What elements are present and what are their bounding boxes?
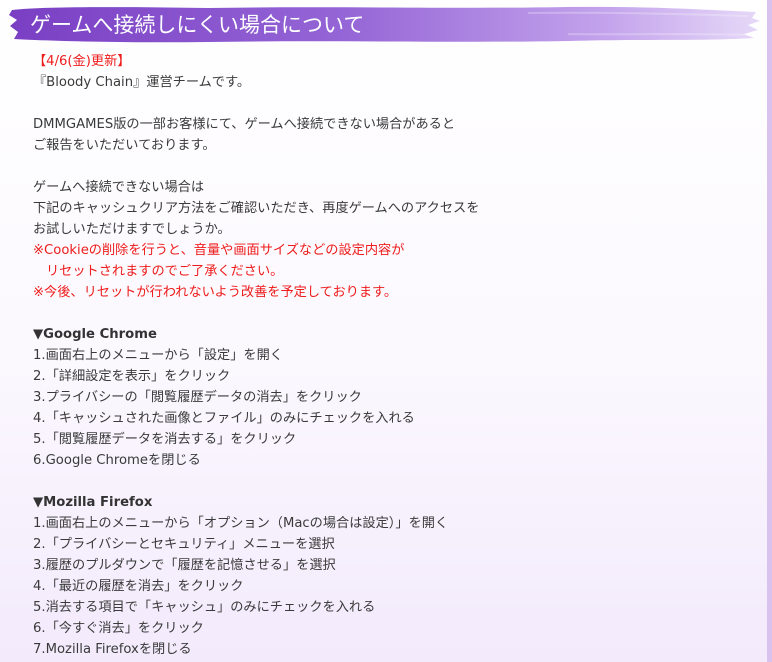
announcement-page: ゲームへ接続しにくい場合について 【4/6(金)更新】 『Bloody Chai… [0,0,772,662]
firefox-step: 3.履歴のプルダウンで「履歴を記憶させる」を選択 [33,558,336,573]
notice-line: リセットされますのでご了承ください。 [46,264,284,279]
firefox-step: 1.画面右上のメニューから「オプション（Macの場合は設定）」を開く [33,516,449,531]
intro-line: 『Bloody Chain』運営チームです。 [33,75,251,90]
title-banner: ゲームへ接続しにくい場合について [8,4,764,44]
announcement-body: 【4/6(金)更新】 『Bloody Chain』運営チームです。 DMMGAM… [33,51,753,660]
chrome-step: 1.画面右上のメニューから「設定」を開く [33,348,283,363]
chrome-step: 6.Google Chromeを閉じる [33,453,201,468]
firefox-step: 5.消去する項目で「キャッシュ」のみにチェックを入れる [33,600,376,615]
chrome-section-heading: ▼Google Chrome [33,327,157,342]
chrome-step: 3.プライバシーの「閲覧履歴データの消去」をクリック [33,390,362,405]
notice-line: ※Cookieの削除を行うと、音量や画面サイズなどの設定内容が [33,243,405,258]
firefox-step: 7.Mozilla Firefoxを閉じる [33,642,192,657]
firefox-step: 4.「最近の履歴を消去」をクリック [33,579,244,594]
intro-line: お試しいただけますでしょうか。 [33,222,231,237]
page-edge [767,0,772,662]
chrome-step: 5.「閲覧履歴データを消去する」をクリック [33,432,297,447]
intro-line: DMMGAMES版の一部お客様にて、ゲームへ接続できない場合があると [33,117,456,132]
firefox-step: 2.「プライバシーとセキュリティ」メニューを選択 [33,537,335,552]
firefox-step: 6.「今すぐ消去」をクリック [33,621,204,636]
intro-line: 下記のキャッシュクリア方法をご確認いただき、再度ゲームへのアクセスを [33,201,480,216]
intro-line: ご報告をいただいております。 [33,138,216,153]
intro-line: ゲームへ接続できない場合は [33,180,205,195]
page-title: ゲームへ接続しにくい場合について [30,13,365,37]
notice-line: ※今後、リセットが行われないよう改善を予定しております。 [33,285,398,300]
chrome-step: 2.「詳細設定を表示」をクリック [33,369,231,384]
update-date: 【4/6(金)更新】 [33,54,131,69]
firefox-section-heading: ▼Mozilla Firefox [33,495,153,510]
chrome-step: 4.「キャッシュされた画像とファイル」のみにチェックを入れる [33,411,415,426]
